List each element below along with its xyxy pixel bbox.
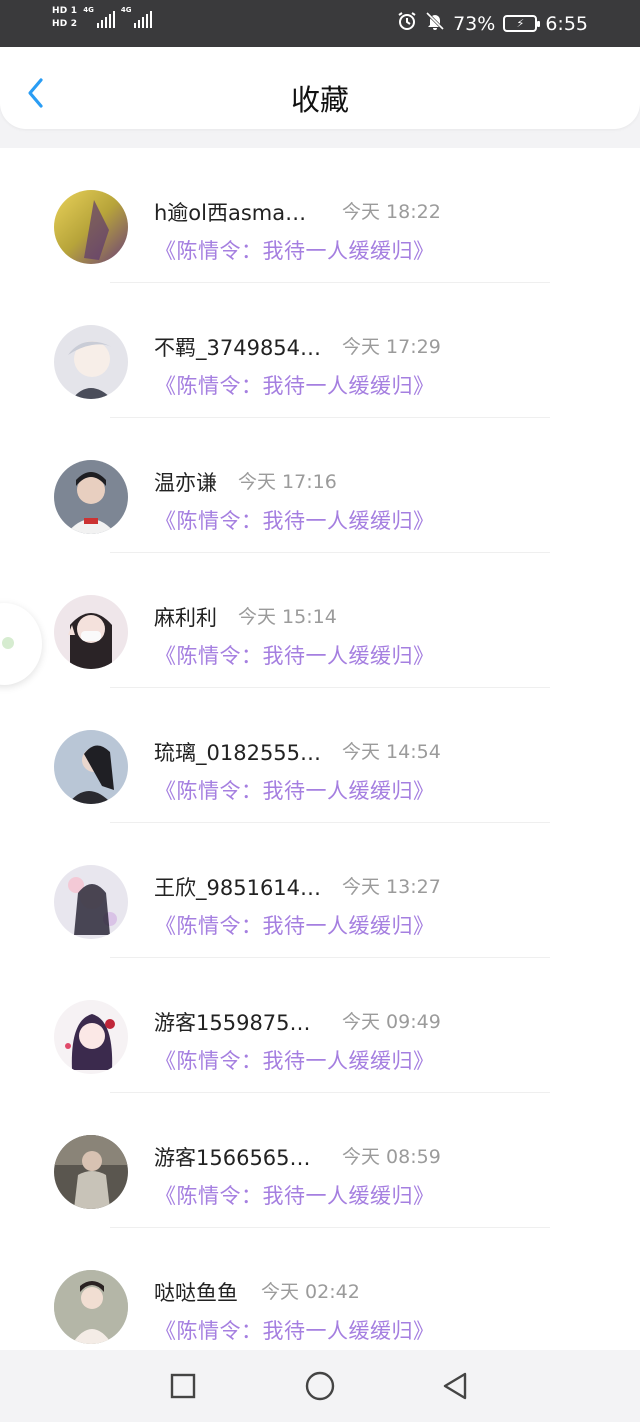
circle-icon xyxy=(305,1371,335,1401)
favorite-title[interactable]: 《陈情令：我待一人缓缓归》 xyxy=(155,910,435,940)
avatar[interactable] xyxy=(54,595,128,669)
user-name: 游客1559875… xyxy=(154,1011,311,1035)
favorite-title[interactable]: 《陈情令：我待一人缓缓归》 xyxy=(155,1315,435,1345)
battery-percent: 73% xyxy=(453,12,496,35)
list-item[interactable]: 温亦谦 今天 17:16 《陈情令：我待一人缓缓归》 xyxy=(0,418,640,553)
top-bar: 收藏 xyxy=(0,47,640,129)
back-nav-button[interactable] xyxy=(437,1368,473,1404)
timestamp: 今天 14:54 xyxy=(342,741,441,763)
avatar[interactable] xyxy=(54,865,128,939)
clock: 6:55 xyxy=(545,12,588,35)
favorite-title[interactable]: 《陈情令：我待一人缓缓归》 xyxy=(155,505,435,535)
avatar[interactable] xyxy=(54,730,128,804)
user-name: 温亦谦 xyxy=(154,471,217,495)
signal-1-icon: 4G xyxy=(83,6,115,28)
favorite-title[interactable]: 《陈情令：我待一人缓缓归》 xyxy=(155,370,435,400)
battery-icon: ⚡ xyxy=(503,15,541,32)
status-left: HD 1 HD 2 4G 4G xyxy=(52,6,153,29)
avatar[interactable] xyxy=(54,1135,128,1209)
recents-button[interactable] xyxy=(165,1368,201,1404)
list-item[interactable]: 麻利利 今天 15:14 《陈情令：我待一人缓缓归》 xyxy=(0,553,640,688)
favorites-list: h逾ol西asma… 今天 18:22 《陈情令：我待一人缓缓归》 不羁_374… xyxy=(0,148,640,1350)
user-name: 琉璃_0182555… xyxy=(154,741,322,765)
system-nav-bar xyxy=(0,1350,640,1422)
timestamp: 今天 09:49 xyxy=(342,1011,441,1033)
timestamp: 今天 17:16 xyxy=(238,471,337,493)
timestamp: 今天 15:14 xyxy=(238,606,337,628)
signal-2-icon: 4G xyxy=(121,6,153,28)
status-bar: HD 1 HD 2 4G 4G 73% ⚡ 6:55 xyxy=(0,0,640,47)
triangle-back-icon xyxy=(443,1372,467,1400)
timestamp: 今天 08:59 xyxy=(342,1146,441,1168)
status-right: 73% ⚡ 6:55 xyxy=(397,0,588,47)
list-item[interactable]: 游客1559875… 今天 09:49 《陈情令：我待一人缓缓归》 xyxy=(0,958,640,1093)
user-name: h逾ol西asma… xyxy=(154,201,307,225)
avatar[interactable] xyxy=(54,460,128,534)
hd2-indicator: HD 2 xyxy=(52,19,78,29)
list-item[interactable]: 游客1566565… 今天 08:59 《陈情令：我待一人缓缓归》 xyxy=(0,1093,640,1228)
avatar[interactable] xyxy=(54,325,128,399)
favorite-title[interactable]: 《陈情令：我待一人缓缓归》 xyxy=(155,1180,435,1210)
assistant-icon xyxy=(2,637,14,649)
user-name: 哒哒鱼鱼 xyxy=(154,1281,238,1305)
list-item[interactable]: 琉璃_0182555… 今天 14:54 《陈情令：我待一人缓缓归》 xyxy=(0,688,640,823)
timestamp: 今天 13:27 xyxy=(342,876,441,898)
home-button[interactable] xyxy=(302,1368,338,1404)
timestamp: 今天 18:22 xyxy=(342,201,441,223)
user-name: 游客1566565… xyxy=(154,1146,311,1170)
hd1-indicator: HD 1 xyxy=(52,6,78,16)
avatar[interactable] xyxy=(54,190,128,264)
list-item[interactable]: 不羁_3749854… 今天 17:29 《陈情令：我待一人缓缓归》 xyxy=(0,283,640,418)
square-icon xyxy=(170,1373,196,1399)
timestamp: 今天 17:29 xyxy=(342,336,441,358)
timestamp: 今天 02:42 xyxy=(261,1281,360,1303)
alarm-icon xyxy=(397,11,417,36)
favorite-title[interactable]: 《陈情令：我待一人缓缓归》 xyxy=(155,1045,435,1075)
favorite-title[interactable]: 《陈情令：我待一人缓缓归》 xyxy=(155,640,435,670)
user-name: 王欣_9851614… xyxy=(154,876,322,900)
favorite-title[interactable]: 《陈情令：我待一人缓缓归》 xyxy=(155,775,435,805)
list-item[interactable]: h逾ol西asma… 今天 18:22 《陈情令：我待一人缓缓归》 xyxy=(0,148,640,283)
avatar[interactable] xyxy=(54,1270,128,1344)
user-name: 不羁_3749854… xyxy=(154,336,322,360)
list-item[interactable]: 哒哒鱼鱼 今天 02:42 《陈情令：我待一人缓缓归》 xyxy=(0,1228,640,1350)
list-item[interactable]: 王欣_9851614… 今天 13:27 《陈情令：我待一人缓缓归》 xyxy=(0,823,640,958)
user-name: 麻利利 xyxy=(154,606,217,630)
avatar[interactable] xyxy=(54,1000,128,1074)
page-title: 收藏 xyxy=(290,83,349,117)
favorite-title[interactable]: 《陈情令：我待一人缓缓归》 xyxy=(155,235,435,265)
mute-bell-icon xyxy=(425,11,445,36)
